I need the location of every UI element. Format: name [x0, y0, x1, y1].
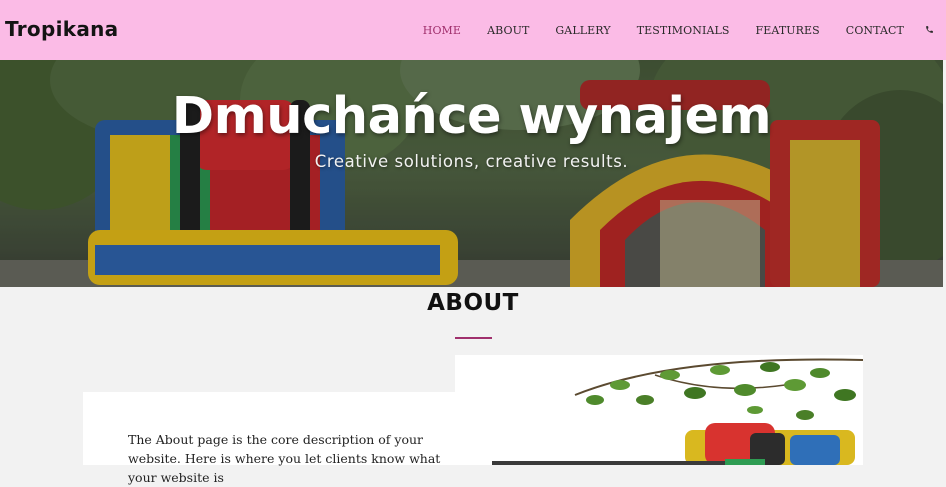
nav-link-gallery[interactable]: GALLERY	[542, 24, 623, 37]
top-navbar: Tropikana HOME ABOUT GALLERY TESTIMONIAL…	[0, 0, 946, 60]
about-image	[455, 355, 863, 465]
phone-icon[interactable]	[917, 24, 946, 37]
nav-link-home[interactable]: HOME	[410, 24, 474, 37]
about-image-graphic	[455, 355, 863, 465]
section-title-divider	[455, 337, 492, 339]
about-paragraph: The About page is the core description o…	[128, 432, 441, 485]
nav-item-about: ABOUT	[474, 24, 542, 37]
nav-menu: HOME ABOUT GALLERY TESTIMONIALS FEATURES…	[410, 0, 946, 60]
hero-title: Dmuchańce wynajem	[171, 87, 772, 146]
nav-link-features[interactable]: FEATURES	[743, 24, 833, 37]
nav-link-testimonials[interactable]: TESTIMONIALS	[624, 24, 743, 37]
hero-subtitle: Creative solutions, creative results.	[314, 152, 629, 171]
nav-item-testimonials: TESTIMONIALS	[624, 24, 743, 37]
nav-link-contact[interactable]: CONTACT	[833, 24, 917, 37]
nav-item-contact: CONTACT	[833, 24, 917, 37]
hero-banner: Dmuchańce wynajem Creative solutions, cr…	[0, 60, 943, 287]
about-section-title: ABOUT	[427, 290, 519, 316]
nav-item-home: HOME	[410, 24, 474, 37]
nav-link-about[interactable]: ABOUT	[474, 24, 542, 37]
nav-item-phone	[917, 24, 946, 37]
nav-item-features: FEATURES	[743, 24, 833, 37]
brand-logo[interactable]: Tropikana	[5, 17, 118, 41]
nav-item-gallery: GALLERY	[542, 24, 623, 37]
